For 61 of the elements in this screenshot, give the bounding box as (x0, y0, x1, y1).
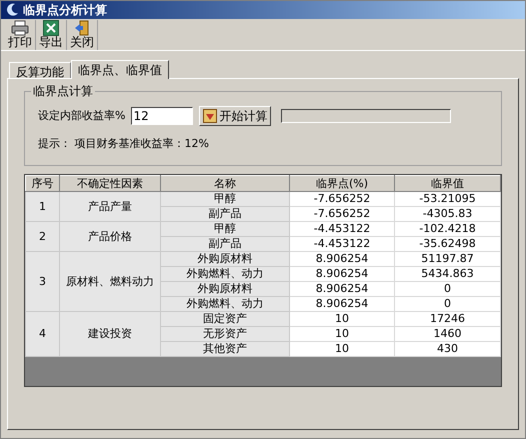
table-cell: 副产品 (160, 236, 290, 252)
table-cell: 其他资产 (160, 342, 290, 356)
tab[interactable]: 临界点、临界值 (71, 60, 169, 79)
table-cell: -7.656252 (290, 192, 394, 206)
table-cell: 10 (290, 326, 394, 342)
table-cell: -7.656252 (290, 206, 394, 222)
table-cell: 产品价格 (60, 222, 160, 252)
table-cell: 8.906254 (290, 266, 394, 282)
table-cell: -4305.83 (394, 206, 500, 222)
table-cell: 430 (394, 342, 500, 356)
table-cell: 17246 (394, 312, 500, 326)
table-cell: 8.906254 (290, 296, 394, 312)
hint-text: 提示： 项目财务基准收益率：12% (38, 136, 210, 152)
table-cell: -102.4218 (394, 222, 500, 236)
table-cell: 8.906254 (290, 282, 394, 296)
table-cell: 10 (290, 312, 394, 326)
table-cell: -53.21095 (394, 192, 500, 206)
group-title: 临界点计算 (31, 84, 95, 98)
tab[interactable]: 反算功能 (9, 62, 71, 78)
table-cell: 3 (26, 252, 60, 312)
rate-input[interactable]: 12 (131, 107, 194, 125)
spreadsheet-icon (43, 20, 59, 36)
toolbar-button[interactable]: 导出 (36, 20, 67, 50)
table-cell: 外购原材料 (160, 252, 290, 266)
table-cell: 外购原材料 (160, 282, 290, 296)
table-cell: 4 (26, 312, 60, 356)
table-cell: 产品产量 (60, 192, 160, 222)
table-cell: 外购燃料、动力 (160, 296, 290, 312)
column-header[interactable]: 名称 (160, 176, 290, 192)
table-cell: 固定资产 (160, 312, 290, 326)
table-cell: 2 (26, 222, 60, 252)
rate-label: 设定内部收益率% (38, 108, 126, 124)
printer-icon (11, 20, 29, 36)
column-header[interactable]: 不确定性因素 (60, 176, 160, 192)
table-cell: 外购燃料、动力 (160, 266, 290, 282)
table-cell: -4.453122 (290, 236, 394, 252)
table-cell: 5434.863 (394, 266, 500, 282)
table-cell: 1460 (394, 326, 500, 342)
table-cell: 甲醇 (160, 222, 290, 236)
table-cell: 1 (26, 192, 60, 222)
table-cell: -4.453122 (290, 222, 394, 236)
table-cell: 10 (290, 342, 394, 356)
table-cell: 无形资产 (160, 326, 290, 342)
toolbar-button[interactable]: 打印 (5, 20, 36, 50)
table-cell: -35.62498 (394, 236, 500, 252)
column-header[interactable]: 临界点(%) (290, 176, 394, 192)
table-cell: 副产品 (160, 206, 290, 222)
column-header[interactable]: 临界值 (394, 176, 500, 192)
table-cell: 51197.87 (394, 252, 500, 266)
toolbar-button[interactable]: 关闭 (67, 20, 98, 50)
table-cell: 0 (394, 296, 500, 312)
table-cell: 8.906254 (290, 252, 394, 266)
table-cell: 甲醇 (160, 192, 290, 206)
table-cell: 建设投资 (60, 312, 160, 356)
table-cell: 原材料、燃料动力 (60, 252, 160, 312)
column-header[interactable]: 序号 (26, 176, 60, 192)
start-calc-button[interactable]: 开始计算 (199, 106, 272, 126)
app-icon (5, 3, 19, 17)
window-title: 临界点分析计算 (23, 2, 107, 19)
door-icon (74, 20, 90, 36)
table-cell: 0 (394, 282, 500, 296)
